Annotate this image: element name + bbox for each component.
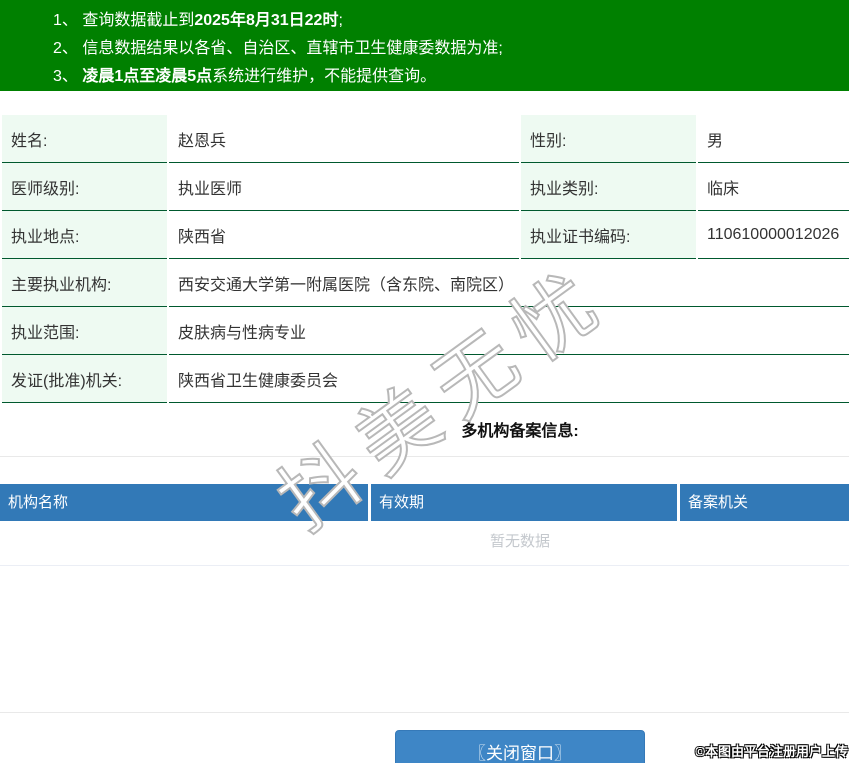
notice-line-1-bold: 2025年8月31日22时 [194,12,339,29]
doctor-level-label: 医师级别: [2,163,167,211]
certificate-number-label: 执业证书编码: [521,211,696,259]
issuing-authority-label: 发证(批准)机关: [2,355,167,403]
practice-scope-label: 执业范围: [2,307,167,355]
notice-line-2-text: 2、 信息数据结果以各省、自治区、直辖市卫生健康委数据为准; [53,40,503,57]
practice-scope-value: 皮肤病与性病专业 [169,307,849,355]
org-col-validity-period: 有效期 [371,484,677,521]
gender-label: 性别: [521,115,696,163]
org-col-institution-name: 机构名称 [0,484,368,521]
notice-line-3-suffix: 系统进行维护，不能提供查询。 [212,68,437,85]
org-col-filing-authority: 备案机关 [680,484,849,521]
notice-banner: 1、 查询数据截止到2025年8月31日22时; 2、 信息数据结果以各省、自治… [0,0,849,91]
divider [0,712,849,713]
notice-line-3: 3、 凌晨1点至凌晨5点系统进行维护，不能提供查询。 [53,63,849,91]
name-value: 赵恩兵 [169,115,519,163]
multi-org-section-title: 多机构备案信息: [461,423,579,440]
issuing-authority-value: 陕西省卫生健康委员会 [169,355,849,403]
divider [0,456,849,457]
doctor-level-value: 执业医师 [169,163,519,211]
credit-watermark: ©本图由平台注册用户上传 [695,744,848,759]
table-row: 执业范围: 皮肤病与性病专业 [2,307,849,355]
practice-location-value: 陕西省 [169,211,519,259]
practice-category-value: 临床 [698,163,849,211]
notice-line-1: 1、 查询数据截止到2025年8月31日22时; [53,7,849,35]
notice-line-1-text: 1、 查询数据截止到 [53,12,195,29]
practice-category-label: 执业类别: [521,163,696,211]
notice-line-1-suffix: ; [338,12,343,29]
close-window-button[interactable]: 〖关闭窗口〗 [395,730,645,763]
org-table-header: 机构名称 有效期 备案机关 [0,484,849,521]
table-row: 主要执业机构: 西安交通大学第一附属医院（含东院、南院区） [2,259,849,307]
empty-state: 暂无数据 [0,521,849,566]
main-institution-value: 西安交通大学第一附属医院（含东院、南院区） [169,259,849,307]
notice-line-3-text: 3、 [53,68,83,85]
notice-line-3-bold: 凌晨1点至凌晨5点 [82,68,213,85]
table-row: 执业地点: 陕西省 执业证书编码: 110610000012026 [2,211,849,259]
gender-value: 男 [698,115,849,163]
table-row: 发证(批准)机关: 陕西省卫生健康委员会 [2,355,849,403]
content-area: 1、 查询数据截止到2025年8月31日22时; 2、 信息数据结果以各省、自治… [0,0,849,763]
main-institution-label: 主要执业机构: [2,259,167,307]
name-label: 姓名: [2,115,167,163]
notice-line-2: 2、 信息数据结果以各省、自治区、直辖市卫生健康委数据为准; [53,35,849,63]
table-row: 姓名: 赵恩兵 性别: 男 [2,115,849,163]
page-viewport: 1、 查询数据截止到2025年8月31日22时; 2、 信息数据结果以各省、自治… [0,0,849,763]
doctor-info-table: 姓名: 赵恩兵 性别: 男 医师级别: 执业医师 执业类别: 临床 执业地点: … [0,115,849,403]
certificate-number-value: 110610000012026 [698,211,849,259]
table-row: 医师级别: 执业医师 执业类别: 临床 [2,163,849,211]
practice-location-label: 执业地点: [2,211,167,259]
